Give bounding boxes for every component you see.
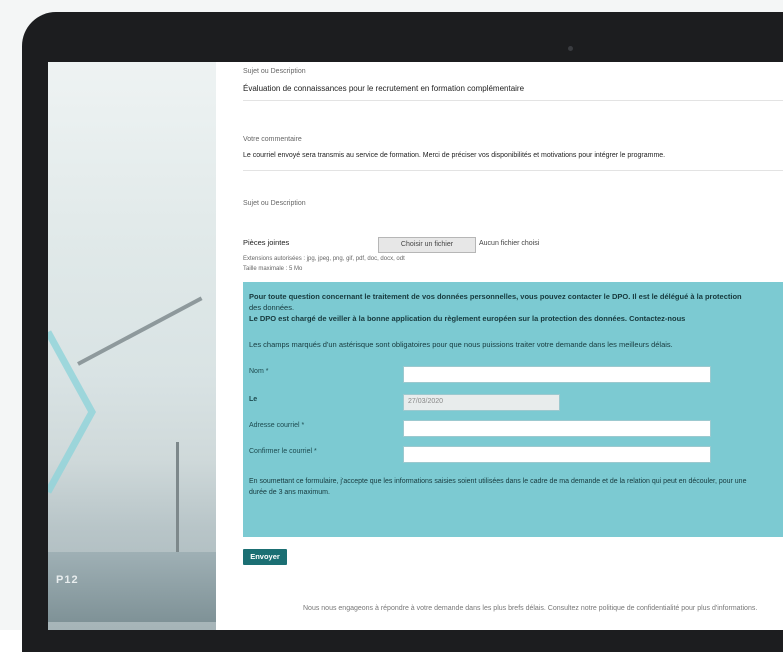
- email-confirm-label: Confirmer le courriel *: [249, 448, 317, 455]
- name-label: Nom *: [249, 368, 269, 375]
- consent-text: durée de 3 ans maximum.: [249, 489, 330, 496]
- footer-note: Nous nous engageons à répondre à votre d…: [303, 605, 758, 612]
- date-label: Le: [249, 396, 258, 403]
- email-confirm-input[interactable]: [403, 446, 711, 463]
- laptop-screen: P12 Sujet ou Description Évaluation de c…: [48, 62, 783, 630]
- send-button[interactable]: Envoyer: [243, 549, 287, 565]
- comment-label: Votre commentaire: [243, 136, 302, 143]
- choose-file-button[interactable]: Choisir un fichier: [378, 237, 476, 253]
- consent-text: En soumettant ce formulaire, j'accepte q…: [249, 478, 747, 485]
- required-note: Les champs marqués d'un astérisque sont …: [249, 340, 673, 349]
- ship-shape: [48, 552, 216, 622]
- mast-shape: [176, 442, 179, 552]
- attachment-label: Pièces jointes: [243, 238, 290, 247]
- info-text: Pour toute question concernant le traite…: [249, 292, 742, 301]
- date-field: 27/03/2020: [403, 394, 560, 411]
- divider: [243, 100, 783, 101]
- camera-icon: [568, 46, 573, 51]
- attachment-hint-size: Taille maximale : 5 Mo: [243, 266, 303, 272]
- file-status: Aucun fichier choisi: [479, 240, 540, 247]
- subject-input[interactable]: Évaluation de connaissances pour le recr…: [243, 84, 524, 93]
- info-text: Le DPO est chargé de veiller à la bonne …: [249, 314, 686, 323]
- divider: [243, 170, 783, 171]
- subject-label: Sujet ou Description: [243, 68, 306, 75]
- comment-textarea[interactable]: Le courriel envoyé sera transmis au serv…: [243, 152, 665, 159]
- background: P12 Sujet ou Description Évaluation de c…: [0, 0, 783, 652]
- contact-form: Sujet ou Description Évaluation de conna…: [243, 62, 783, 630]
- attachment-hint-extensions: Extensions autorisées : jpg, jpeg, png, …: [243, 256, 405, 262]
- date-value: 27/03/2020: [408, 398, 444, 405]
- name-input[interactable]: [403, 366, 711, 383]
- email-input[interactable]: [403, 420, 711, 437]
- ship-number: P12: [56, 574, 79, 586]
- chevron-right-icon: [48, 330, 96, 494]
- info-text: des données.: [249, 303, 295, 312]
- info-panel: Pour toute question concernant le traite…: [243, 282, 783, 537]
- section-label: Sujet ou Description: [243, 200, 306, 207]
- email-label: Adresse courriel *: [249, 422, 305, 429]
